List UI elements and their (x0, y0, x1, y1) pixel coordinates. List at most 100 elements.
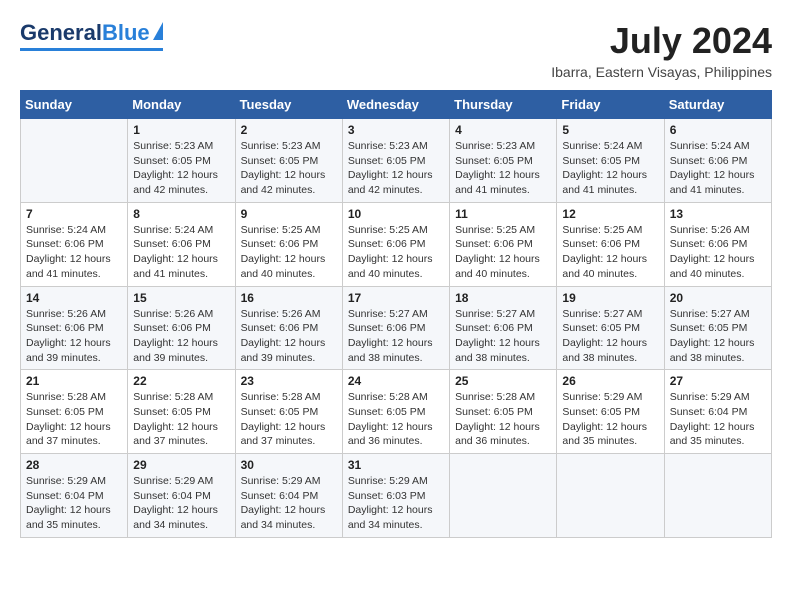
month-year-title: July 2024 (551, 20, 772, 62)
day-info: Sunrise: 5:29 AM Sunset: 6:04 PM Dayligh… (670, 390, 766, 449)
day-info: Sunrise: 5:29 AM Sunset: 6:03 PM Dayligh… (348, 474, 444, 533)
logo-underline (20, 48, 163, 51)
calendar-cell: 12 Sunrise: 5:25 AM Sunset: 6:06 PM Dayli… (557, 202, 664, 286)
calendar-table: SundayMondayTuesdayWednesdayThursdayFrid… (20, 90, 772, 538)
calendar-cell: 24Sunrise: 5:28 AM Sunset: 6:05 PM Dayli… (342, 370, 449, 454)
calendar-cell: 23 Sunrise: 5:28 AM Sunset: 6:05 PM Dayli… (235, 370, 342, 454)
calendar-cell: 13 Sunrise: 5:26 AM Sunset: 6:06 PM Dayli… (664, 202, 771, 286)
calendar-cell: 1 Sunrise: 5:23 AM Sunset: 6:05 PM Daylig… (128, 119, 235, 203)
calendar-cell (664, 454, 771, 538)
day-info: Sunrise: 5:25 AM Sunset: 6:06 PM Dayligh… (455, 223, 551, 282)
calendar-cell: 25Sunrise: 5:28 AM Sunset: 6:05 PM Dayli… (450, 370, 557, 454)
day-info: Sunrise: 5:23 AM Sunset: 6:05 PM Dayligh… (455, 139, 551, 198)
calendar-cell: 26Sunrise: 5:29 AM Sunset: 6:05 PM Dayli… (557, 370, 664, 454)
weekday-header-tuesday: Tuesday (235, 91, 342, 119)
day-number: 5 (562, 123, 658, 137)
day-number: 3 (348, 123, 444, 137)
day-number: 2 (241, 123, 337, 137)
day-info: Sunrise: 5:28 AM Sunset: 6:05 PM Dayligh… (348, 390, 444, 449)
day-number: 7 (26, 207, 122, 221)
calendar-cell: 28Sunrise: 5:29 AM Sunset: 6:04 PM Dayli… (21, 454, 128, 538)
weekday-header-friday: Friday (557, 91, 664, 119)
calendar-cell: 18 Sunrise: 5:27 AM Sunset: 6:06 PM Dayli… (450, 286, 557, 370)
day-number: 18 (455, 291, 551, 305)
weekday-header-wednesday: Wednesday (342, 91, 449, 119)
day-number: 27 (670, 374, 766, 388)
logo-text: General Blue (20, 20, 163, 46)
calendar-week-row: 21 Sunrise: 5:28 AM Sunset: 6:05 PM Dayli… (21, 370, 772, 454)
location-label: Ibarra, Eastern Visayas, Philippines (551, 64, 772, 80)
day-info: Sunrise: 5:29 AM Sunset: 6:04 PM Dayligh… (241, 474, 337, 533)
day-number: 11 (455, 207, 551, 221)
calendar-cell: 16Sunrise: 5:26 AM Sunset: 6:06 PM Dayli… (235, 286, 342, 370)
logo-blue: Blue (102, 20, 150, 46)
calendar-cell: 21 Sunrise: 5:28 AM Sunset: 6:05 PM Dayli… (21, 370, 128, 454)
day-info: Sunrise: 5:27 AM Sunset: 6:06 PM Dayligh… (348, 307, 444, 366)
calendar-cell: 5Sunrise: 5:24 AM Sunset: 6:05 PM Daylig… (557, 119, 664, 203)
day-info: Sunrise: 5:27 AM Sunset: 6:06 PM Dayligh… (455, 307, 551, 366)
day-info: Sunrise: 5:26 AM Sunset: 6:06 PM Dayligh… (133, 307, 229, 366)
calendar-week-row: 7 Sunrise: 5:24 AM Sunset: 6:06 PM Daylig… (21, 202, 772, 286)
title-section: July 2024 Ibarra, Eastern Visayas, Phili… (551, 20, 772, 80)
weekday-header-thursday: Thursday (450, 91, 557, 119)
day-info: Sunrise: 5:23 AM Sunset: 6:05 PM Dayligh… (348, 139, 444, 198)
day-number: 13 (670, 207, 766, 221)
calendar-cell: 27 Sunrise: 5:29 AM Sunset: 6:04 PM Dayli… (664, 370, 771, 454)
calendar-cell (21, 119, 128, 203)
calendar-cell: 9Sunrise: 5:25 AM Sunset: 6:06 PM Daylig… (235, 202, 342, 286)
calendar-cell (450, 454, 557, 538)
calendar-cell: 17 Sunrise: 5:27 AM Sunset: 6:06 PM Dayli… (342, 286, 449, 370)
day-number: 8 (133, 207, 229, 221)
day-info: Sunrise: 5:23 AM Sunset: 6:05 PM Dayligh… (241, 139, 337, 198)
day-info: Sunrise: 5:24 AM Sunset: 6:06 PM Dayligh… (670, 139, 766, 198)
day-number: 29 (133, 458, 229, 472)
day-number: 28 (26, 458, 122, 472)
day-number: 17 (348, 291, 444, 305)
day-number: 30 (241, 458, 337, 472)
day-number: 1 (133, 123, 229, 137)
day-number: 26 (562, 374, 658, 388)
calendar-week-row: 14 Sunrise: 5:26 AM Sunset: 6:06 PM Dayli… (21, 286, 772, 370)
day-number: 25 (455, 374, 551, 388)
calendar-cell: 7 Sunrise: 5:24 AM Sunset: 6:06 PM Daylig… (21, 202, 128, 286)
day-info: Sunrise: 5:26 AM Sunset: 6:06 PM Dayligh… (670, 223, 766, 282)
day-number: 4 (455, 123, 551, 137)
day-number: 12 (562, 207, 658, 221)
day-number: 14 (26, 291, 122, 305)
weekday-header-monday: Monday (128, 91, 235, 119)
weekday-header-sunday: Sunday (21, 91, 128, 119)
calendar-cell: 2 Sunrise: 5:23 AM Sunset: 6:05 PM Daylig… (235, 119, 342, 203)
calendar-cell: 31 Sunrise: 5:29 AM Sunset: 6:03 PM Dayli… (342, 454, 449, 538)
day-number: 23 (241, 374, 337, 388)
day-info: Sunrise: 5:26 AM Sunset: 6:06 PM Dayligh… (241, 307, 337, 366)
calendar-cell: 10Sunrise: 5:25 AM Sunset: 6:06 PM Dayli… (342, 202, 449, 286)
day-info: Sunrise: 5:27 AM Sunset: 6:05 PM Dayligh… (562, 307, 658, 366)
calendar-cell (557, 454, 664, 538)
calendar-cell: 19 Sunrise: 5:27 AM Sunset: 6:05 PM Dayli… (557, 286, 664, 370)
logo-arrow-icon (153, 22, 163, 40)
calendar-cell: 20 Sunrise: 5:27 AM Sunset: 6:05 PM Dayli… (664, 286, 771, 370)
day-number: 15 (133, 291, 229, 305)
day-info: Sunrise: 5:23 AM Sunset: 6:05 PM Dayligh… (133, 139, 229, 198)
day-info: Sunrise: 5:28 AM Sunset: 6:05 PM Dayligh… (26, 390, 122, 449)
day-number: 19 (562, 291, 658, 305)
logo-general: General (20, 20, 102, 46)
calendar-cell: 15 Sunrise: 5:26 AM Sunset: 6:06 PM Dayli… (128, 286, 235, 370)
calendar-cell: 14 Sunrise: 5:26 AM Sunset: 6:06 PM Dayli… (21, 286, 128, 370)
day-info: Sunrise: 5:28 AM Sunset: 6:05 PM Dayligh… (241, 390, 337, 449)
day-number: 21 (26, 374, 122, 388)
day-info: Sunrise: 5:27 AM Sunset: 6:05 PM Dayligh… (670, 307, 766, 366)
day-info: Sunrise: 5:25 AM Sunset: 6:06 PM Dayligh… (562, 223, 658, 282)
logo: General Blue (20, 20, 163, 51)
day-number: 20 (670, 291, 766, 305)
day-number: 6 (670, 123, 766, 137)
calendar-cell: 22Sunrise: 5:28 AM Sunset: 6:05 PM Dayli… (128, 370, 235, 454)
day-info: Sunrise: 5:29 AM Sunset: 6:04 PM Dayligh… (133, 474, 229, 533)
day-info: Sunrise: 5:26 AM Sunset: 6:06 PM Dayligh… (26, 307, 122, 366)
day-number: 31 (348, 458, 444, 472)
calendar-cell: 29 Sunrise: 5:29 AM Sunset: 6:04 PM Dayli… (128, 454, 235, 538)
day-info: Sunrise: 5:28 AM Sunset: 6:05 PM Dayligh… (133, 390, 229, 449)
calendar-cell: 30 Sunrise: 5:29 AM Sunset: 6:04 PM Dayli… (235, 454, 342, 538)
day-info: Sunrise: 5:24 AM Sunset: 6:06 PM Dayligh… (26, 223, 122, 282)
weekday-header-saturday: Saturday (664, 91, 771, 119)
